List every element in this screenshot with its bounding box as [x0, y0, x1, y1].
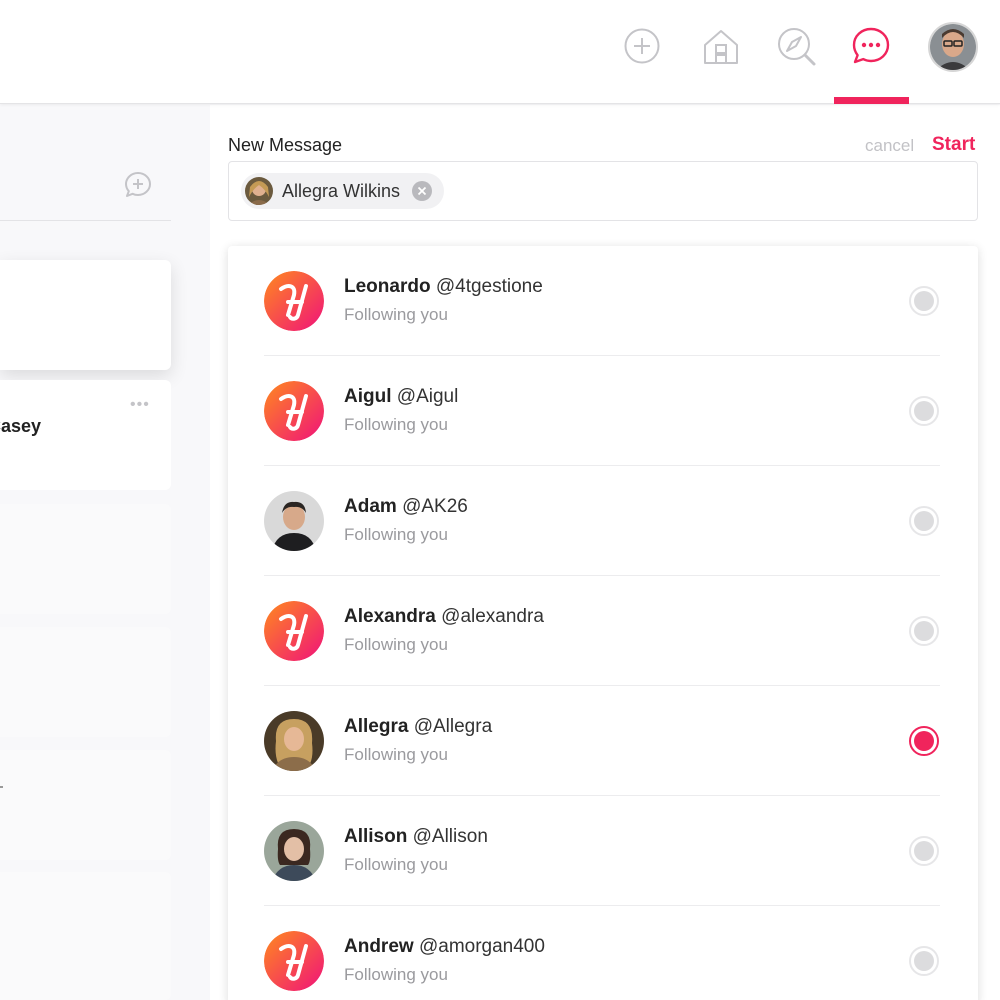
contact-row[interactable]: Aigul @Aigul Following you	[228, 356, 978, 466]
contact-status: Following you	[344, 415, 448, 434]
contact-row[interactable]: Andrew @amorgan400 Following you	[228, 906, 978, 1000]
contact-name: Adam	[344, 496, 397, 517]
conversation-item-active[interactable]	[0, 260, 171, 370]
contact-name: Allegra	[344, 716, 409, 737]
select-radio[interactable]	[909, 616, 939, 646]
recipient-chip-label: Allegra Wilkins	[282, 180, 401, 201]
contact-name-line: Aigul @Aigul	[344, 386, 458, 408]
messages-icon[interactable]	[849, 24, 893, 68]
brand-logo-icon	[264, 601, 324, 661]
select-radio[interactable]	[909, 836, 939, 866]
select-radio[interactable]	[909, 286, 939, 316]
radio-dot	[914, 401, 934, 421]
contact-handle: @4tgestione	[435, 276, 543, 297]
contact-row[interactable]: Allegra @Allegra Following you	[228, 686, 978, 796]
contact-handle: @AK26	[402, 496, 468, 517]
contact-handle: @amorgan400	[418, 936, 545, 957]
contact-status: Following you	[344, 745, 448, 764]
avatar	[245, 177, 273, 205]
page-title: New Message	[228, 135, 343, 155]
radio-dot	[914, 731, 934, 751]
contact-name: Leonardo	[344, 276, 431, 297]
avatar	[264, 711, 324, 771]
select-radio[interactable]	[909, 396, 939, 426]
radio-dot	[914, 621, 934, 641]
remove-recipient-icon[interactable]	[412, 181, 433, 201]
contact-handle: @Aigul	[396, 386, 459, 407]
contact-status: Following you	[344, 855, 448, 874]
contact-name-line: Allegra @Allegra	[344, 716, 492, 738]
contact-status: Following you	[344, 635, 448, 654]
contact-row[interactable]: Allison @Allison Following you	[228, 796, 978, 906]
conversation-item[interactable]	[0, 750, 171, 860]
add-icon[interactable]	[620, 24, 664, 68]
profile-avatar[interactable]	[928, 22, 978, 72]
contact-suggestion-list: Leonardo @4tgestione Following you Aigul @…	[228, 246, 978, 1000]
avatar	[264, 821, 324, 881]
new-conversation-icon[interactable]	[124, 171, 152, 199]
contact-name-line: Allison @Allison	[344, 826, 488, 848]
contact-name-line: Andrew @amorgan400	[344, 936, 545, 958]
contact-name: Andrew	[344, 936, 414, 957]
explore-compass-icon[interactable]	[774, 24, 818, 68]
contact-name-line: Adam @AK26	[344, 496, 468, 518]
brand-logo-icon	[264, 381, 324, 441]
home-icon[interactable]	[699, 24, 743, 68]
conversation-item[interactable]	[0, 627, 171, 737]
contact-row[interactable]: Leonardo @4tgestione Following you	[228, 246, 978, 356]
contact-name: Aigul	[344, 386, 392, 407]
recipient-chip[interactable]: Allegra Wilkins	[241, 173, 445, 209]
contact-handle: @Allegra	[413, 716, 493, 737]
radio-dot	[914, 841, 934, 861]
contact-row[interactable]: Alexandra @alexandra Following you	[228, 576, 978, 686]
contact-status: Following you	[344, 525, 448, 544]
contact-row[interactable]: Adam @AK26 Following you	[228, 466, 978, 576]
contact-handle: @Allison	[412, 826, 488, 847]
conversation-item[interactable]	[0, 504, 171, 614]
brand-logo-icon	[264, 931, 324, 991]
conversation-menu-icon[interactable]: •••	[130, 397, 150, 413]
conversation-item[interactable]: ••• Casey	[0, 380, 171, 490]
active-tab-indicator	[834, 97, 909, 104]
contact-handle: @alexandra	[441, 606, 544, 627]
cancel-button[interactable]: cancel	[865, 136, 914, 156]
start-button[interactable]: Start	[932, 134, 975, 156]
sidebar-divider	[0, 220, 171, 221]
avatar	[264, 491, 324, 551]
select-radio[interactable]	[909, 946, 939, 976]
brand-logo-icon	[264, 271, 324, 331]
radio-dot	[914, 951, 934, 971]
contact-status: Following you	[344, 305, 448, 324]
recipient-input[interactable]: Allegra Wilkins	[228, 161, 978, 221]
contact-name-line: Alexandra @alexandra	[344, 606, 544, 628]
contact-status: Following you	[344, 965, 448, 984]
contact-name: Allison	[344, 826, 408, 847]
radio-dot	[914, 291, 934, 311]
conversation-item[interactable]	[0, 872, 171, 1000]
select-radio[interactable]	[909, 726, 939, 756]
truncated-text-mark	[0, 786, 3, 788]
select-radio[interactable]	[909, 506, 939, 536]
conversation-name: Casey	[0, 416, 42, 436]
contact-name-line: Leonardo @4tgestione	[344, 276, 543, 298]
contact-name: Alexandra	[344, 606, 436, 627]
radio-dot	[914, 511, 934, 531]
top-nav-bar	[0, 0, 1000, 104]
